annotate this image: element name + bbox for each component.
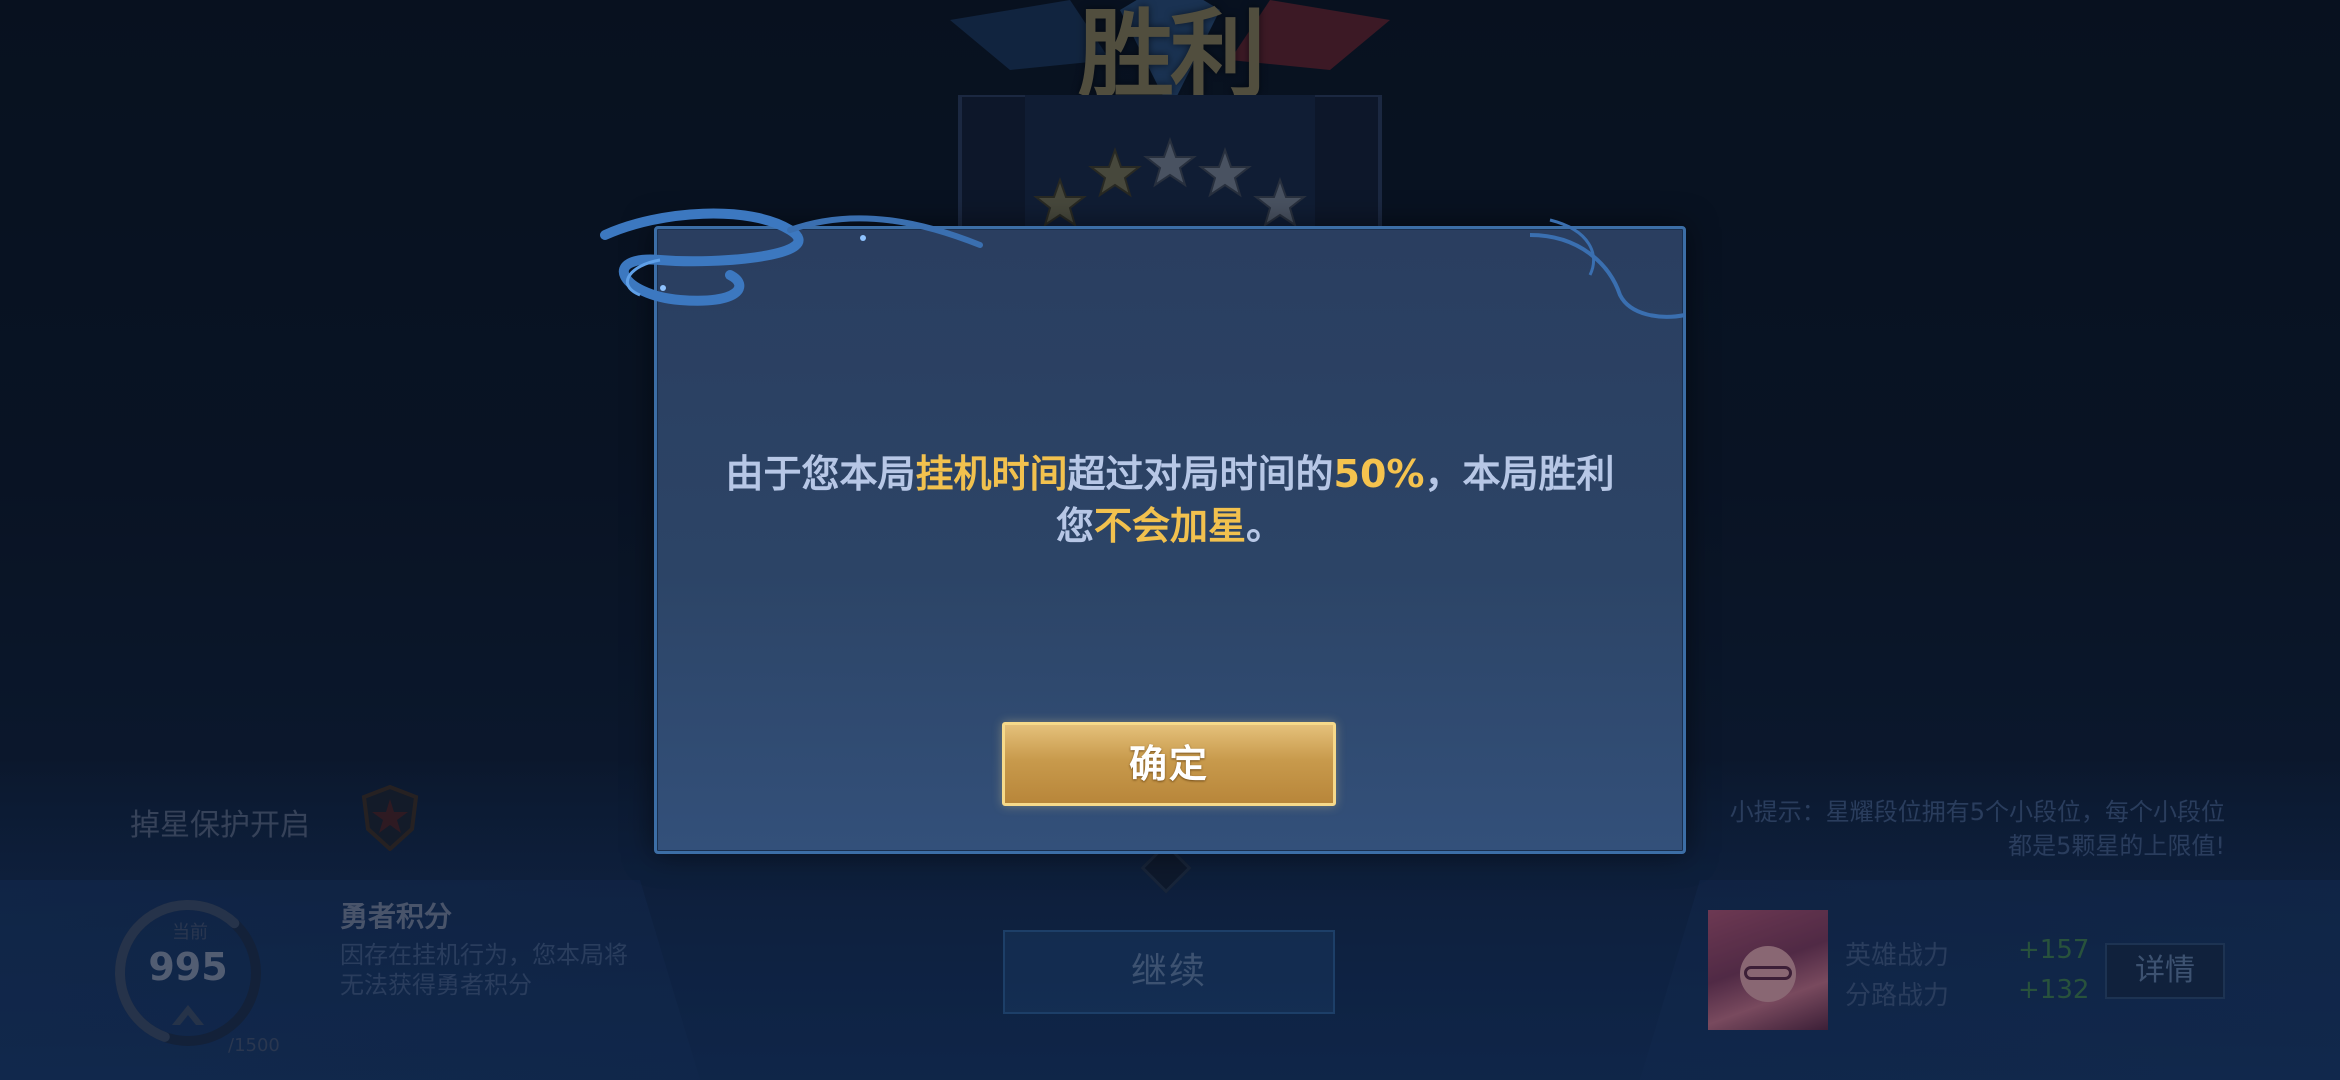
msg-text: 。: [1246, 504, 1285, 548]
dialog-message: 由于您本局挂机时间超过对局时间的50%，本局胜利 您不会加星。: [654, 448, 1686, 552]
dialog-message-line2: 您不会加星。: [654, 500, 1686, 552]
msg-highlight-percent: 50%: [1333, 452, 1425, 496]
dialog-swirl-ornament: [600, 208, 1686, 319]
dialog-message-line1: 由于您本局挂机时间超过对局时间的50%，本局胜利: [654, 448, 1686, 500]
msg-highlight-afk-time: 挂机时间: [915, 452, 1068, 496]
confirm-button[interactable]: 确定: [1002, 722, 1336, 806]
msg-text: 超过对局时间的: [1067, 452, 1334, 496]
msg-text: 您: [1055, 504, 1094, 548]
msg-highlight-no-star: 不会加星: [1093, 504, 1246, 548]
msg-text: ，本局胜利: [1424, 452, 1615, 496]
msg-text: 由于您本局: [725, 452, 916, 496]
